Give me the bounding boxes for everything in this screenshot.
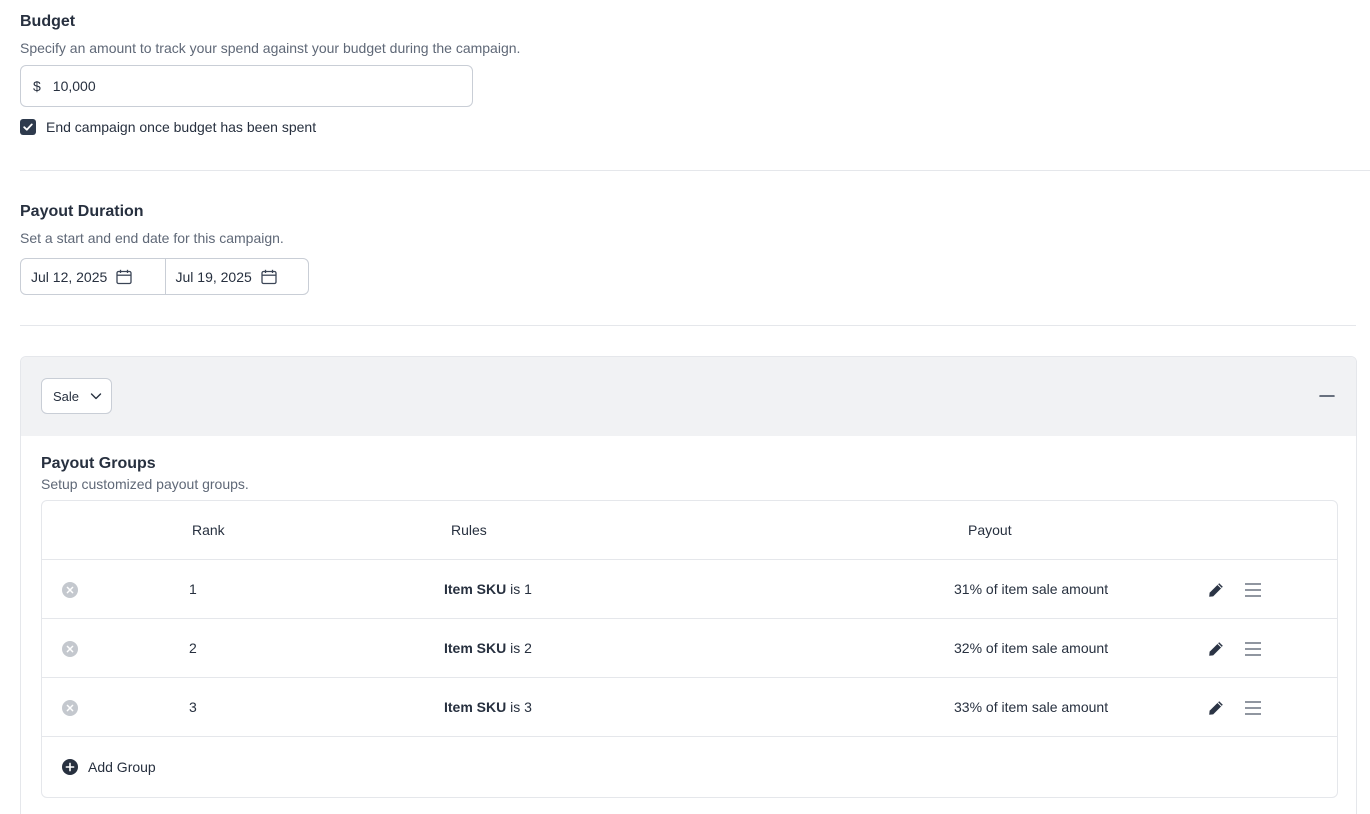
calendar-icon[interactable] [260,268,278,286]
rank-cell: 1 [189,581,197,597]
rules-cell: Item SKU is 3 [444,699,532,715]
column-header-rank: Rank [192,522,225,538]
minus-icon [1319,395,1335,397]
table-row: 1 Item SKU is 1 31% of item sale amount [42,560,1337,619]
rule-field: Item SKU [444,699,507,715]
panel-header: Sale [21,357,1356,436]
checkmark-icon [23,123,33,131]
date-range-picker: Jul 12, 2025 Jul 19, 2025 [20,258,309,295]
remove-circle-icon[interactable] [62,700,78,716]
budget-description: Specify an amount to track your spend ag… [20,40,521,56]
table-row: 3 Item SKU is 3 33% of item sale amount [42,678,1337,737]
end-date-field[interactable]: Jul 19, 2025 [164,259,309,294]
payout-cell: 33% of item sale amount [954,699,1109,715]
drag-handle-icon[interactable] [1243,639,1263,659]
table-header: Rank Rules Payout [42,501,1337,560]
start-date-field[interactable]: Jul 12, 2025 [21,259,165,294]
rules-cell: Item SKU is 2 [444,640,532,656]
pencil-icon[interactable] [1207,581,1225,599]
event-type-value: Sale [53,388,80,404]
add-group-button[interactable]: Add Group [42,737,1337,796]
event-payout-panel: Sale Payout Groups Setup customized payo… [20,356,1357,814]
rank-cell: 2 [189,640,197,656]
rule-condition: is 3 [510,699,532,715]
payout-cell: 31% of item sale amount [954,581,1109,597]
table-row: 2 Item SKU is 2 32% of item sale amount [42,619,1337,678]
pencil-icon[interactable] [1207,699,1225,717]
section-divider [20,170,1370,171]
end-campaign-checkbox-row[interactable]: End campaign once budget has been spent [20,119,316,135]
payout-duration-description: Set a start and end date for this campai… [20,230,284,246]
currency-symbol: $ [33,78,41,94]
payout-cell: 32% of item sale amount [954,640,1109,656]
budget-amount-value[interactable]: 10,000 [53,78,96,94]
collapse-button[interactable] [1318,387,1336,405]
section-divider [20,325,1356,326]
end-date-value: Jul 19, 2025 [175,268,252,285]
column-header-rules: Rules [451,522,487,538]
rule-condition: is 2 [510,640,532,656]
payout-groups-description: Setup customized payout groups. [41,476,249,492]
rule-field: Item SKU [444,640,507,656]
rule-condition: is 1 [510,581,532,597]
rules-cell: Item SKU is 1 [444,581,532,597]
column-header-payout: Payout [968,522,1012,538]
end-campaign-checkbox[interactable] [20,119,36,135]
payout-groups-title: Payout Groups [41,455,156,472]
chevron-down-icon [89,389,103,403]
calendar-icon[interactable] [115,268,133,286]
rule-field: Item SKU [444,581,507,597]
remove-circle-icon[interactable] [62,641,78,657]
payout-groups-table: Rank Rules Payout 1 Item SKU is 1 31% of… [41,500,1338,798]
end-campaign-label: End campaign once budget has been spent [46,119,317,135]
payout-duration-title: Payout Duration [20,203,144,220]
budget-title: Budget [20,13,76,30]
drag-handle-icon[interactable] [1243,698,1263,718]
remove-circle-icon[interactable] [62,582,78,598]
plus-circle-icon [62,758,78,775]
add-group-label: Add Group [88,758,156,775]
start-date-value: Jul 12, 2025 [31,268,108,285]
pencil-icon[interactable] [1207,640,1225,658]
drag-handle-icon[interactable] [1243,580,1263,600]
rank-cell: 3 [189,699,197,715]
event-type-select[interactable]: Sale [41,378,112,414]
budget-amount-input[interactable]: $ 10,000 [20,65,473,107]
